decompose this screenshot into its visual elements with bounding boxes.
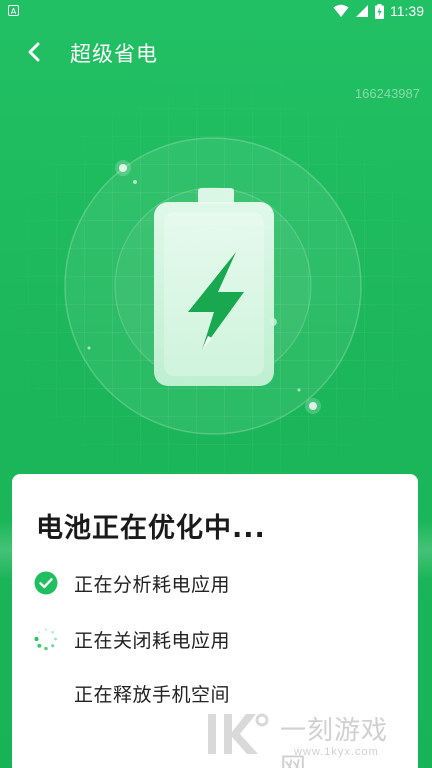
- back-button[interactable]: [18, 36, 50, 68]
- status-time: 11:39: [390, 3, 424, 19]
- battery-charging-icon: [375, 3, 384, 19]
- watermark-url: www.1kyx.com: [294, 746, 379, 758]
- watermark-text: 一刻游戏网: [280, 716, 389, 768]
- spinner-icon: [34, 627, 58, 651]
- battery-bolt-icon: [154, 188, 274, 386]
- check-circle-icon: [34, 571, 58, 595]
- step-item-free-space: 正在释放手机空间: [34, 678, 230, 708]
- watermark: 一刻游戏网 www.1kyx.com: [202, 706, 410, 768]
- wifi-icon: [333, 4, 349, 17]
- step-label: 正在分析耗电应用: [74, 573, 231, 596]
- app-bar: 超级省电: [0, 24, 432, 80]
- status-bar: A 11:39: [0, 0, 432, 24]
- pending-placeholder: [34, 681, 58, 705]
- step-item-analyze: 正在分析耗电应用: [34, 568, 230, 598]
- page-title: 超级省电: [70, 42, 158, 66]
- power-saving-screen: A 11:39 超级省电 166243987 电池正在优化中... 正在分析耗电…: [0, 0, 432, 768]
- optimization-title: 电池正在优化中...: [36, 513, 266, 544]
- chevron-left-icon: [28, 42, 40, 62]
- step-label: 正在关闭耗电应用: [74, 629, 231, 652]
- step-label: 正在释放手机空间: [74, 683, 231, 706]
- status-right: 11:39: [333, 3, 424, 19]
- signal-icon: [356, 5, 368, 17]
- step-item-close: 正在关闭耗电应用: [34, 624, 230, 654]
- optimization-card: 电池正在优化中... 正在分析耗电应用 正在关闭耗电应用 正在释放手机空间 一刻…: [12, 474, 418, 768]
- device-id: 166243987: [354, 86, 420, 101]
- notification-icon: A: [8, 5, 19, 16]
- watermark-logo: [208, 713, 269, 754]
